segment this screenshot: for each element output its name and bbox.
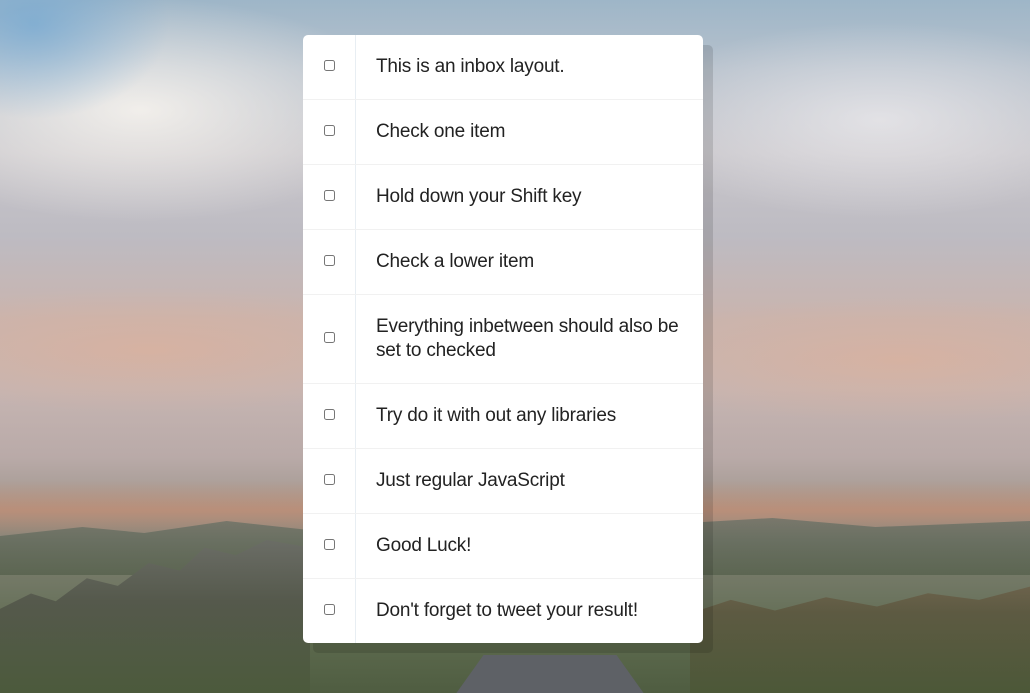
inbox-item[interactable]: Hold down your Shift key (303, 165, 703, 230)
checkbox-cell (303, 165, 356, 229)
item-label: Check one item (376, 121, 506, 142)
inbox-list: This is an inbox layout. Check one item … (303, 35, 703, 643)
item-label: Don't forget to tweet your result! (376, 600, 638, 621)
checkbox-cell (303, 514, 356, 578)
item-checkbox[interactable] (323, 59, 335, 71)
sky-area (0, 0, 170, 120)
item-checkbox[interactable] (323, 189, 335, 201)
item-label: This is an inbox layout. (376, 56, 565, 77)
item-checkbox[interactable] (323, 473, 335, 485)
item-checkbox[interactable] (323, 331, 335, 343)
checkbox-cell (303, 35, 356, 99)
inbox-item[interactable]: Check a lower item (303, 230, 703, 295)
item-checkbox[interactable] (323, 603, 335, 615)
shrubland (690, 586, 1030, 693)
item-label: Check a lower item (376, 251, 534, 272)
inbox-item[interactable]: This is an inbox layout. (303, 35, 703, 100)
checkbox-cell (303, 384, 356, 448)
item-checkbox[interactable] (323, 408, 335, 420)
item-label: Try do it with out any libraries (376, 405, 616, 426)
inbox-item[interactable]: Everything inbetween should also be set … (303, 295, 703, 384)
checkbox-cell (303, 100, 356, 164)
checkbox-cell (303, 295, 356, 383)
inbox-item[interactable]: Try do it with out any libraries (303, 384, 703, 449)
item-checkbox[interactable] (323, 538, 335, 550)
item-label: Hold down your Shift key (376, 186, 582, 207)
inbox-item[interactable]: Don't forget to tweet your result! (303, 579, 703, 643)
checkbox-cell (303, 449, 356, 513)
checkbox-cell (303, 230, 356, 294)
item-label: Good Luck! (376, 535, 472, 556)
item-checkbox[interactable] (323, 124, 335, 136)
road (455, 655, 645, 693)
inbox-item[interactable]: Good Luck! (303, 514, 703, 579)
inbox-item[interactable]: Check one item (303, 100, 703, 165)
inbox-item[interactable]: Just regular JavaScript (303, 449, 703, 514)
item-label: Just regular JavaScript (376, 470, 565, 491)
item-label: Everything inbetween should also be set … (376, 316, 679, 361)
item-checkbox[interactable] (323, 254, 335, 266)
checkbox-cell (303, 579, 356, 643)
